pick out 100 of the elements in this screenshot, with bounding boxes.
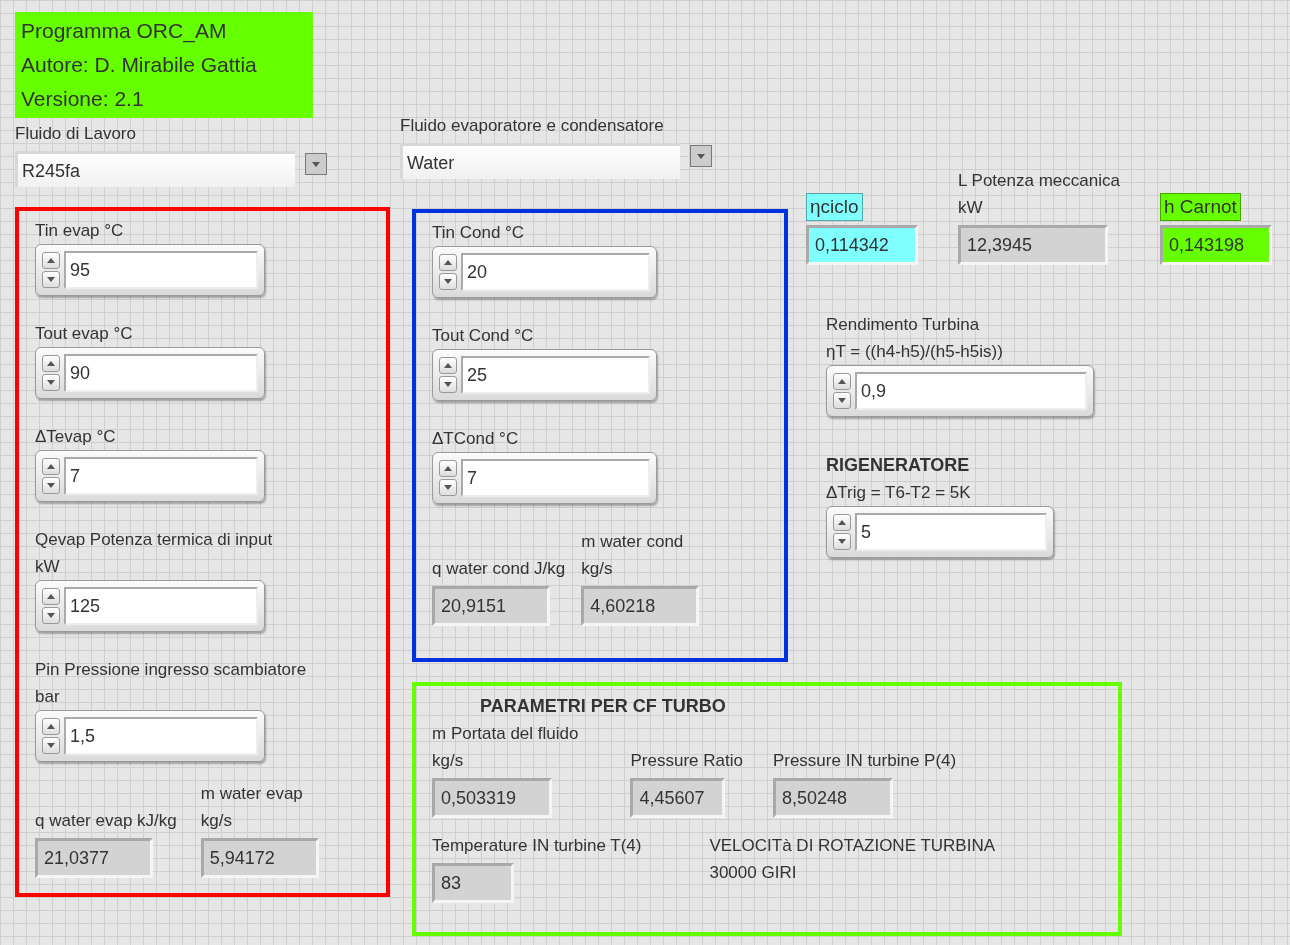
numeric-indicator: 4,45607	[630, 778, 726, 818]
up-arrow-icon	[46, 360, 56, 367]
numeric-control[interactable]: 20	[432, 246, 657, 298]
field-label: Pressure IN turbine P(4)	[772, 750, 957, 772]
note-text: 30000 GIRI	[709, 862, 798, 884]
up-arrow-icon	[443, 362, 453, 369]
decrement-button[interactable]	[42, 607, 60, 624]
decrement-button[interactable]	[439, 479, 457, 496]
down-arrow-icon	[46, 612, 56, 619]
note-text: VELOCITà DI ROTAZIONE TURBINA	[709, 835, 996, 857]
increment-button[interactable]	[42, 718, 60, 735]
up-arrow-icon	[46, 257, 56, 264]
up-arrow-icon	[837, 378, 847, 385]
result-indicator: 0,143198	[1159, 225, 1272, 265]
up-arrow-icon	[46, 463, 56, 470]
field-label: ηT = ((h4-h5)/(h5-h5is))	[826, 341, 1004, 363]
numeric-field[interactable]: 25	[461, 356, 650, 394]
decrement-button[interactable]	[42, 737, 60, 754]
down-arrow-icon	[837, 397, 847, 404]
numeric-control[interactable]: 90	[35, 347, 265, 399]
field-label: Rendimento Turbina	[826, 314, 981, 336]
numeric-field[interactable]: 5	[855, 513, 1047, 551]
increment-button[interactable]	[42, 355, 60, 372]
field-label: ΔTrig = T6-T2 = 5K	[826, 482, 972, 504]
result-indicator: 12,3945	[958, 225, 1108, 265]
decrement-button[interactable]	[42, 477, 60, 494]
caret-icon	[696, 152, 706, 160]
section-title: PARAMETRI PER CF TURBO	[480, 695, 727, 718]
field-label: Tin evap °C	[35, 220, 125, 242]
decrement-button[interactable]	[439, 273, 457, 290]
result-indicator: 0,114342	[806, 225, 918, 265]
result-label: h Carnot	[1159, 193, 1241, 221]
increment-button[interactable]	[833, 514, 851, 531]
up-arrow-icon	[46, 723, 56, 730]
result-label: ηciclo	[806, 193, 863, 221]
dropdown-field: Water	[400, 143, 680, 179]
numeric-indicator: 21,0377	[35, 838, 153, 878]
decrement-button[interactable]	[42, 271, 60, 288]
title-text: Versione: 2.1	[21, 86, 145, 112]
numeric-field[interactable]: 125	[64, 587, 258, 625]
down-arrow-icon	[46, 482, 56, 489]
increment-button[interactable]	[42, 252, 60, 269]
dropdown-field: R245fa	[15, 151, 295, 187]
numeric-control[interactable]: 125	[35, 580, 265, 632]
numeric-control[interactable]: 1,5	[35, 710, 265, 762]
field-label: Fluido di Lavoro	[15, 123, 137, 145]
field-label: kg/s	[432, 750, 465, 772]
numeric-indicator: 0,503319	[432, 778, 552, 818]
field-label: Tout Cond °C	[432, 325, 535, 347]
numeric-field[interactable]: 95	[64, 251, 258, 289]
numeric-field[interactable]: 0,9	[855, 372, 1087, 410]
decrement-button[interactable]	[833, 392, 851, 409]
decrement-button[interactable]	[833, 533, 851, 550]
title-text: Autore: D. Mirabile Gattia	[21, 52, 258, 78]
field-label: m water cond	[581, 531, 685, 553]
numeric-control[interactable]: 7	[432, 452, 657, 504]
dropdown-button[interactable]	[305, 153, 327, 175]
numeric-indicator: 83	[432, 863, 514, 903]
increment-button[interactable]	[42, 588, 60, 605]
increment-button[interactable]	[439, 357, 457, 374]
dropdown-button[interactable]	[690, 145, 712, 167]
numeric-control[interactable]: 5	[826, 506, 1054, 558]
field-label: Fluido evaporatore e condensatore	[400, 115, 665, 137]
increment-button[interactable]	[42, 458, 60, 475]
decrement-button[interactable]	[439, 376, 457, 393]
caret-icon	[311, 160, 321, 168]
numeric-field[interactable]: 7	[64, 457, 258, 495]
numeric-field[interactable]: 90	[64, 354, 258, 392]
numeric-control[interactable]: 0,9	[826, 365, 1094, 417]
down-arrow-icon	[443, 381, 453, 388]
field-label: Qevap Potenza termica di input	[35, 529, 274, 551]
numeric-field[interactable]: 1,5	[64, 717, 258, 755]
down-arrow-icon	[443, 278, 453, 285]
increment-button[interactable]	[439, 254, 457, 271]
decrement-button[interactable]	[42, 374, 60, 391]
field-label: q water evap kJ/kg	[35, 810, 177, 832]
increment-button[interactable]	[439, 460, 457, 477]
numeric-field[interactable]: 20	[461, 253, 650, 291]
field-label: Temperature IN turbine T(4)	[432, 835, 642, 857]
field-label: m water evap	[200, 783, 304, 805]
numeric-indicator: 8,50248	[772, 778, 893, 818]
numeric-field[interactable]: 7	[461, 459, 650, 497]
field-label: Pressure Ratio	[630, 750, 743, 772]
up-arrow-icon	[443, 259, 453, 266]
up-arrow-icon	[443, 465, 453, 472]
numeric-control[interactable]: 95	[35, 244, 265, 296]
numeric-control[interactable]: 25	[432, 349, 657, 401]
down-arrow-icon	[46, 379, 56, 386]
numeric-control[interactable]: 7	[35, 450, 265, 502]
numeric-indicator: 4,60218	[581, 586, 700, 626]
up-arrow-icon	[837, 519, 847, 526]
field-label: bar	[35, 686, 61, 708]
increment-button[interactable]	[833, 373, 851, 390]
field-label: Tout evap °C	[35, 323, 134, 345]
field-label: kW	[35, 556, 61, 578]
result-label: L Potenza meccanica	[958, 170, 1120, 192]
down-arrow-icon	[837, 538, 847, 545]
down-arrow-icon	[443, 484, 453, 491]
field-label: kg/s	[200, 810, 233, 832]
numeric-indicator: 20,9151	[432, 586, 550, 626]
